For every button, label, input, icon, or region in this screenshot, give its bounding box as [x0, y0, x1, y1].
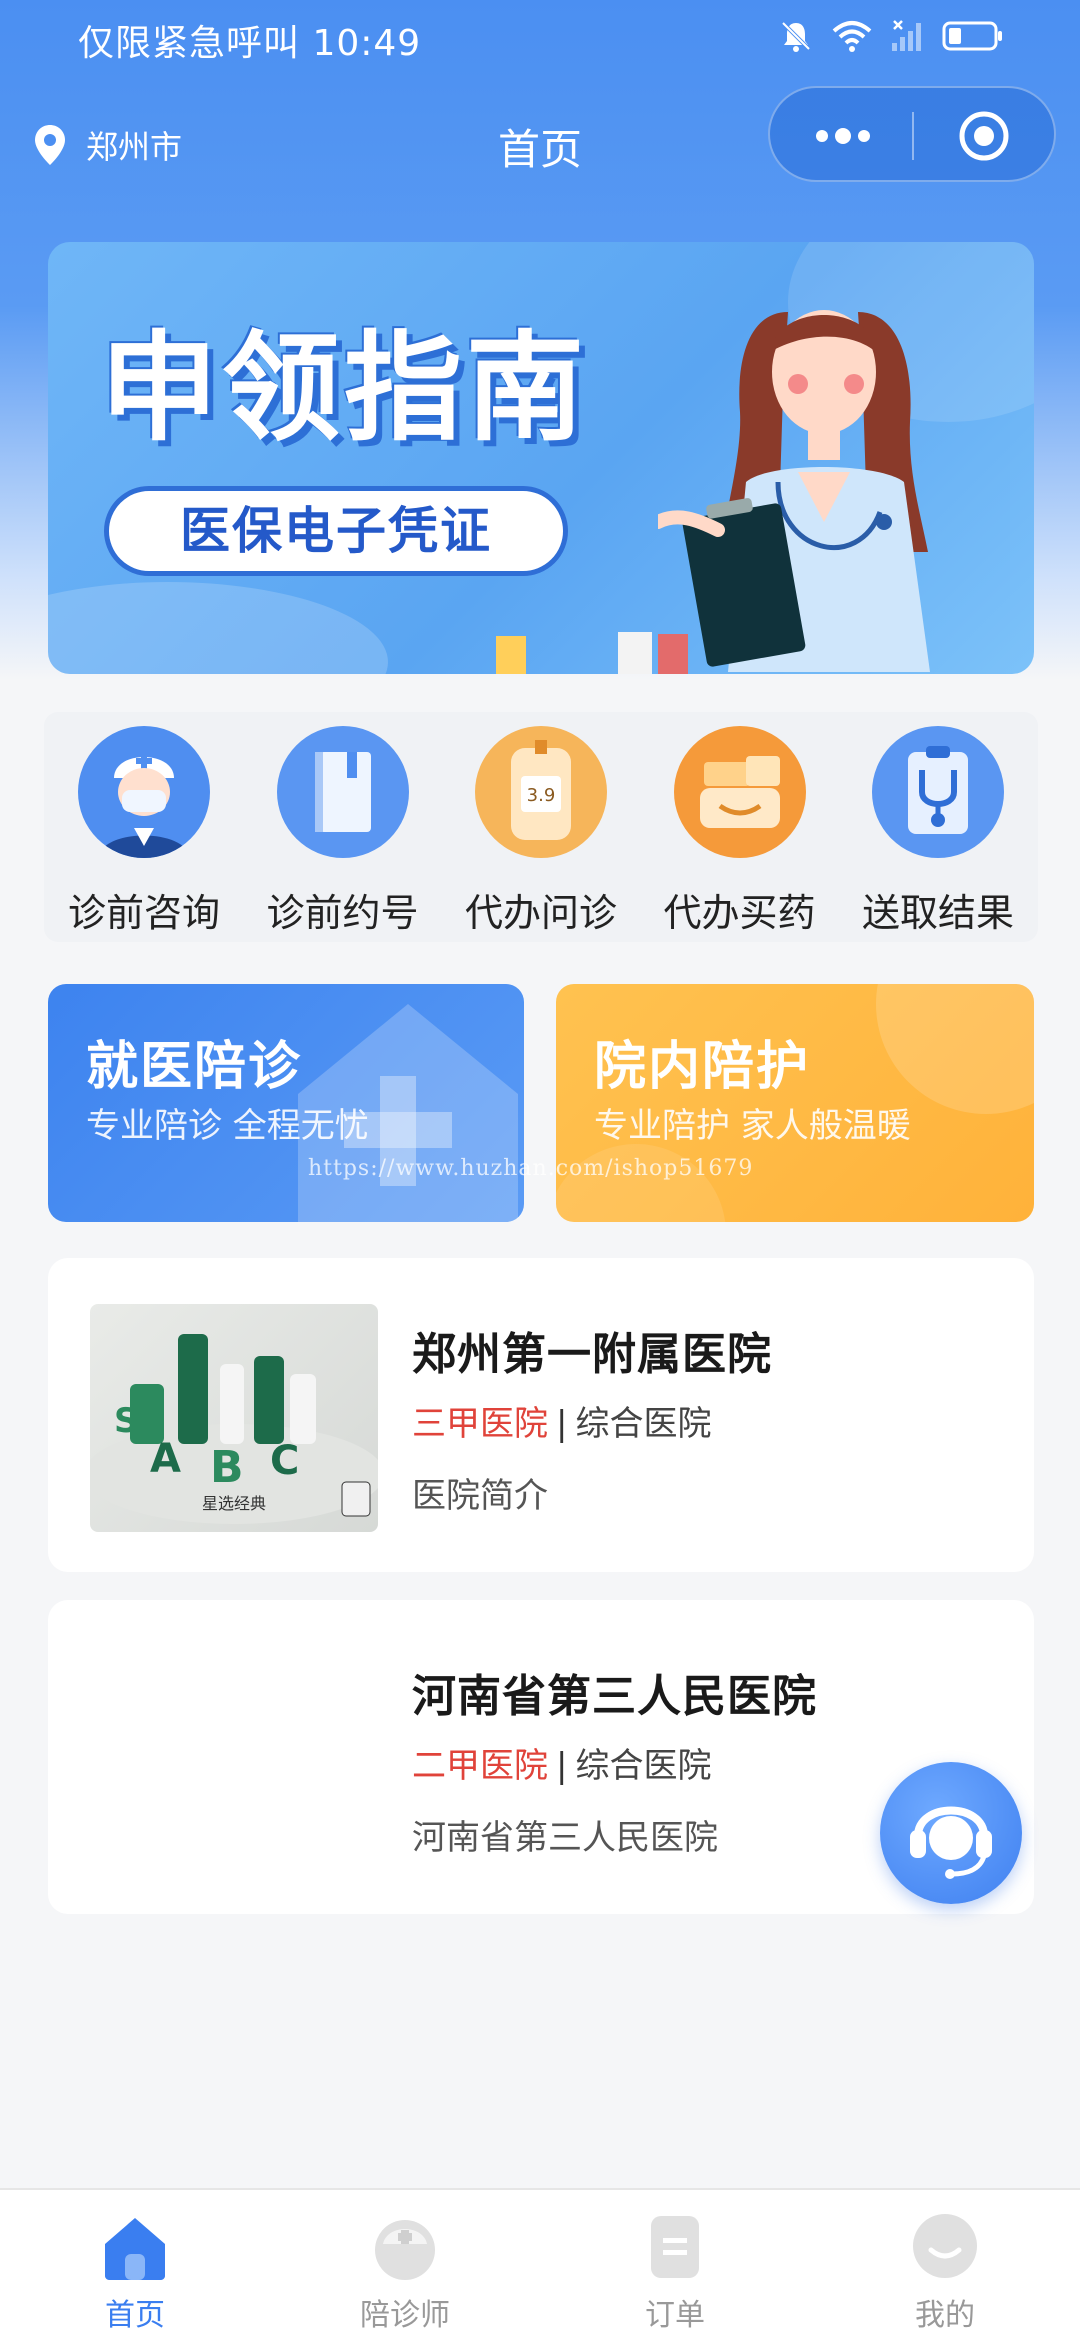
status-icons	[778, 18, 1004, 54]
service-label: 送取结果	[861, 891, 1014, 935]
nurse-cap-icon	[375, 2220, 435, 2280]
hospital-type: 综合医院	[575, 1404, 712, 1444]
tab-label: 陪诊师	[360, 2298, 450, 2333]
hospital-level: 二甲医院	[412, 1746, 548, 1786]
service-label: 代办买药	[663, 891, 816, 935]
hospital-name: 河南省第三人民医院	[412, 1671, 817, 1722]
service-item-buy-medicine[interactable]: 代办买药	[650, 712, 830, 942]
profile-icon	[913, 2214, 977, 2278]
more-icon[interactable]	[808, 122, 878, 150]
ward-care-card[interactable]: 院内陪护 专业陪护 家人般温暖	[556, 984, 1034, 1222]
service-label: 诊前咨询	[67, 891, 220, 935]
hospital-tags: 三甲医院 | 综合医院	[412, 1396, 711, 1445]
banner[interactable]: 申领指南 医保电子凭证	[48, 242, 1034, 674]
nurse-illustration	[658, 310, 930, 672]
tab-home[interactable]: 首页	[35, 2190, 235, 2340]
tag-separator: |	[556, 1404, 568, 1444]
service-label: 诊前约号	[266, 891, 419, 935]
service-label: 代办问诊	[464, 891, 617, 935]
tab-label: 订单	[645, 2298, 705, 2333]
tag-separator: |	[556, 1746, 568, 1786]
svg-text:B: B	[210, 1442, 244, 1493]
hospital-thumbnail: A B C S 星选经典	[90, 1304, 378, 1532]
wifi-icon	[832, 21, 872, 52]
blood-glucose-meter-icon: 3.9	[475, 726, 607, 858]
promo-title: 就医陪诊	[86, 1037, 303, 1097]
hospital-card[interactable]: A B C S 星选经典 郑州第一附属医院 三甲医院 | 综合医院 医院简介	[48, 1258, 1034, 1572]
book-icon	[276, 726, 409, 858]
mute-bell-icon	[781, 21, 811, 52]
service-item-consult[interactable]: 诊前咨询	[54, 712, 234, 942]
hospital-description: 医院简介	[412, 1476, 548, 1516]
tab-escort[interactable]: 陪诊师	[305, 2190, 505, 2340]
navigation-bar: 郑州市 首页	[0, 86, 1080, 196]
status-bar: 仅限紧急呼叫 10:49	[0, 0, 1080, 76]
tab-label: 我的	[915, 2298, 975, 2333]
service-item-proxy-visit[interactable]: 3.9 代办问诊	[451, 712, 631, 942]
banner-title: 申领指南	[100, 319, 589, 457]
hospital-name: 郑州第一附属医院	[412, 1329, 772, 1380]
promo-title: 院内陪护	[594, 1037, 811, 1097]
watermark-text: https://www.huzhan.com/ishop51679	[308, 1156, 754, 1181]
stethoscope-clipboard-icon	[872, 726, 1004, 858]
battery-icon	[942, 21, 1002, 51]
tab-label: 首页	[105, 2298, 165, 2333]
hospital-description: 河南省第三人民医院	[412, 1818, 718, 1858]
svg-text:3.9: 3.9	[527, 785, 556, 806]
service-grid: 诊前咨询 诊前约号 3.9 代办问诊 代办买药 送取结果	[44, 712, 1038, 942]
svg-text:S: S	[114, 1401, 139, 1441]
mini-program-capsule	[768, 86, 1056, 182]
doctor-icon	[78, 726, 210, 858]
banner-subtitle: 医保电子凭证	[104, 486, 568, 576]
escort-service-card[interactable]: 就医陪诊 专业陪诊 全程无忧	[48, 984, 524, 1222]
service-item-results[interactable]: 送取结果	[848, 712, 1028, 942]
home-icon	[105, 2218, 165, 2280]
customer-service-button[interactable]	[880, 1762, 1022, 1904]
thumbnail-caption: 星选经典	[201, 1494, 266, 1513]
order-icon	[651, 2216, 699, 2278]
headset-icon	[910, 1806, 992, 1879]
hospital-thumbnail	[90, 1646, 378, 1874]
pharmacy-icon	[673, 726, 806, 858]
signal-icon	[892, 20, 921, 51]
close-target-icon[interactable]	[958, 110, 1010, 162]
tab-profile[interactable]: 我的	[845, 2190, 1045, 2340]
promo-subtitle: 专业陪诊 全程无忧	[86, 1106, 369, 1146]
capsule-divider	[912, 112, 914, 160]
tab-bar: 首页 陪诊师 订单 我的	[0, 2188, 1080, 2340]
svg-text:A: A	[150, 1436, 181, 1482]
hospital-type: 综合医院	[575, 1746, 712, 1786]
hospital-level: 三甲医院	[412, 1404, 548, 1444]
service-item-appointment[interactable]: 诊前约号	[253, 712, 433, 942]
hospital-tags: 二甲医院 | 综合医院	[412, 1738, 711, 1787]
svg-text:C: C	[270, 1438, 299, 1484]
tab-orders[interactable]: 订单	[575, 2190, 775, 2340]
status-text: 仅限紧急呼叫 10:49	[78, 23, 422, 64]
promo-subtitle: 专业陪护 家人般温暖	[594, 1106, 911, 1146]
